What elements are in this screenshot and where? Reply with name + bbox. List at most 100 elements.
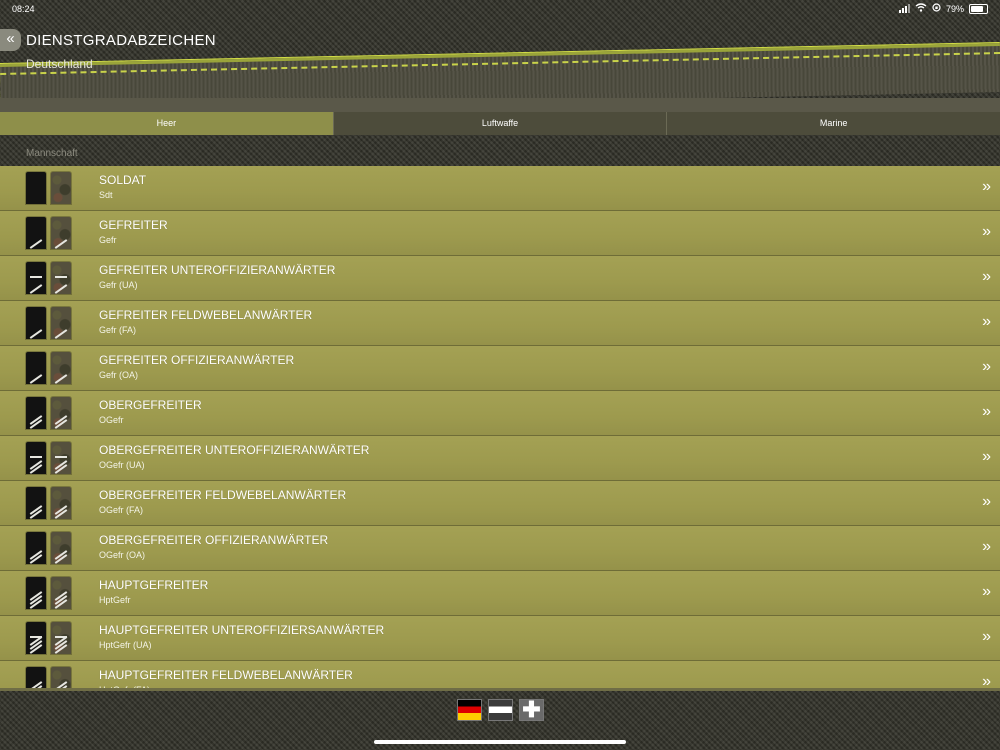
chevron-right-icon: » bbox=[982, 538, 991, 555]
shoulder-board-black bbox=[26, 352, 46, 384]
section-header: Mannschaft bbox=[0, 136, 1000, 166]
chevron-right-icon: » bbox=[982, 358, 991, 375]
rank-insignia bbox=[26, 622, 71, 654]
rank-title: HAUPTGEFREITER UNTEROFFIZIERSANWÄRTER bbox=[99, 623, 385, 637]
shoulder-board-black bbox=[26, 217, 46, 249]
rank-abbreviation: HptGefr bbox=[99, 595, 131, 605]
home-indicator[interactable] bbox=[374, 740, 626, 744]
cellular-signal-icon bbox=[898, 4, 910, 13]
orientation-lock-icon bbox=[932, 3, 941, 14]
chevron-right-icon: » bbox=[982, 403, 991, 420]
rank-title: GEFREITER bbox=[99, 218, 168, 232]
chevron-right-icon: » bbox=[982, 268, 991, 285]
page-title: DIENSTGRADABZEICHEN bbox=[26, 32, 216, 49]
austria-flag-icon[interactable] bbox=[488, 699, 513, 721]
rank-abbreviation: OGefr (UA) bbox=[99, 460, 145, 470]
status-time: 08:24 bbox=[12, 4, 35, 14]
back-button[interactable]: « bbox=[0, 29, 21, 51]
wifi-icon bbox=[915, 3, 927, 14]
rank-abbreviation: HptGefr (UA) bbox=[99, 640, 152, 650]
tab-marine[interactable]: Marine bbox=[667, 112, 1000, 135]
shoulder-board-camo bbox=[51, 622, 71, 654]
shoulder-board-camo bbox=[51, 217, 71, 249]
shoulder-board-camo bbox=[51, 307, 71, 339]
rank-abbreviation: OGefr (OA) bbox=[99, 550, 146, 560]
chevron-right-icon: » bbox=[982, 673, 991, 688]
rank-row[interactable]: GEFREITER UNTEROFFIZIERANWÄRTER Gefr (UA)… bbox=[0, 256, 1000, 301]
rank-insignia bbox=[26, 217, 71, 249]
shoulder-board-black bbox=[26, 307, 46, 339]
chevron-right-icon: » bbox=[982, 583, 991, 600]
germany-flag-icon[interactable] bbox=[457, 699, 482, 721]
rank-insignia bbox=[26, 307, 71, 339]
chevron-right-icon: » bbox=[982, 313, 991, 330]
rank-row[interactable]: OBERGEFREITER UNTEROFFIZIERANWÄRTER OGefr… bbox=[0, 436, 1000, 481]
rank-abbreviation: Sdt bbox=[99, 190, 113, 200]
chevron-right-icon: » bbox=[982, 493, 991, 510]
switzerland-flag-icon[interactable]: ✚ bbox=[519, 699, 544, 721]
rank-row[interactable]: GEFREITER FELDWEBELANWÄRTER Gefr (FA) » bbox=[0, 301, 1000, 346]
shoulder-board-black bbox=[26, 667, 46, 688]
double-chevron-left-icon: « bbox=[6, 30, 15, 47]
rank-title: GEFREITER UNTEROFFIZIERANWÄRTER bbox=[99, 263, 336, 277]
rank-abbreviation: Gefr bbox=[99, 235, 117, 245]
rank-title: OBERGEFREITER bbox=[99, 398, 202, 412]
tab-heer[interactable]: Heer bbox=[0, 112, 334, 135]
shoulder-board-camo bbox=[51, 262, 71, 294]
shoulder-board-camo bbox=[51, 667, 71, 688]
shoulder-board-camo bbox=[51, 352, 71, 384]
rank-title: HAUPTGEFREITER bbox=[99, 578, 209, 592]
rank-insignia bbox=[26, 532, 71, 564]
tab-luftwaffe[interactable]: Luftwaffe bbox=[333, 112, 668, 135]
rank-abbreviation: Gefr (OA) bbox=[99, 370, 139, 380]
rank-list: SOLDAT Sdt» GEFREITER Gefr» GEFREITER UNTERO… bbox=[0, 166, 1000, 688]
rank-abbreviation: Gefr (FA) bbox=[99, 325, 137, 335]
rank-title: GEFREITER FELDWEBELANWÄRTER bbox=[99, 308, 313, 322]
shoulder-board-camo bbox=[51, 397, 71, 429]
header-bottom-band bbox=[0, 98, 1000, 112]
chevron-right-icon: » bbox=[982, 223, 991, 240]
rank-row[interactable]: OBERGEFREITER FELDWEBELANWÄRTER OGefr (FA… bbox=[0, 481, 1000, 526]
rank-title: SOLDAT bbox=[99, 173, 147, 187]
rank-insignia bbox=[26, 577, 71, 609]
rank-title: OBERGEFREITER FELDWEBELANWÄRTER bbox=[99, 488, 347, 502]
rank-title: GEFREITER OFFIZIERANWÄRTER bbox=[99, 353, 295, 367]
battery-icon bbox=[969, 3, 988, 14]
footer: ✚ bbox=[0, 688, 1000, 750]
rank-row[interactable]: GEFREITER OFFIZIERANWÄRTER Gefr (OA) » bbox=[0, 346, 1000, 391]
rank-insignia bbox=[26, 442, 71, 474]
shoulder-board-black bbox=[26, 397, 46, 429]
rank-title: HAUPTGEFREITER FELDWEBELANWÄRTER bbox=[99, 668, 353, 682]
shoulder-board-black bbox=[26, 487, 46, 519]
shoulder-board-camo bbox=[51, 442, 71, 474]
rank-row[interactable]: OBERGEFREITER OGefr » bbox=[0, 391, 1000, 436]
rank-insignia bbox=[26, 262, 71, 294]
rank-row[interactable]: OBERGEFREITER OFFIZIERANWÄRTER OGefr (OA)… bbox=[0, 526, 1000, 571]
rank-row[interactable]: GEFREITER Gefr » bbox=[0, 211, 1000, 256]
chevron-right-icon: » bbox=[982, 178, 991, 195]
page-subtitle: Deutschland bbox=[26, 57, 93, 71]
rank-insignia bbox=[26, 397, 71, 429]
rank-insignia bbox=[26, 172, 71, 204]
shoulder-board-black bbox=[26, 172, 46, 204]
rank-row[interactable]: HAUPTGEFREITER FELDWEBELANWÄRTERHptGefr … bbox=[0, 661, 1000, 688]
footer-border bbox=[0, 688, 1000, 691]
shoulder-board-camo bbox=[51, 532, 71, 564]
rank-row[interactable]: HAUPTGEFREITER HptGefr » bbox=[0, 571, 1000, 616]
rank-insignia bbox=[26, 487, 71, 519]
rank-row[interactable]: SOLDAT Sdt » bbox=[0, 166, 1000, 211]
shoulder-board-camo bbox=[51, 577, 71, 609]
rank-insignia bbox=[26, 352, 71, 384]
section-label: Mannschaft bbox=[26, 148, 78, 159]
shoulder-board-black bbox=[26, 532, 46, 564]
country-selector: ✚ bbox=[457, 699, 544, 721]
battery-percentage: 79% bbox=[945, 3, 964, 14]
rank-row[interactable]: HAUPTGEFREITER UNTEROFFIZIERSANWÄRTER Hpt… bbox=[0, 616, 1000, 661]
chevron-right-icon: » bbox=[982, 628, 991, 645]
shoulder-board-black bbox=[26, 622, 46, 654]
rank-insignia bbox=[26, 667, 71, 688]
rank-title: OBERGEFREITER OFFIZIERANWÄRTER bbox=[99, 533, 329, 547]
status-bar: 08:24 79% bbox=[0, 0, 1000, 18]
branch-tabs: Heer Luftwaffe Marine bbox=[0, 112, 1000, 135]
rank-abbreviation: OGefr bbox=[99, 415, 124, 425]
